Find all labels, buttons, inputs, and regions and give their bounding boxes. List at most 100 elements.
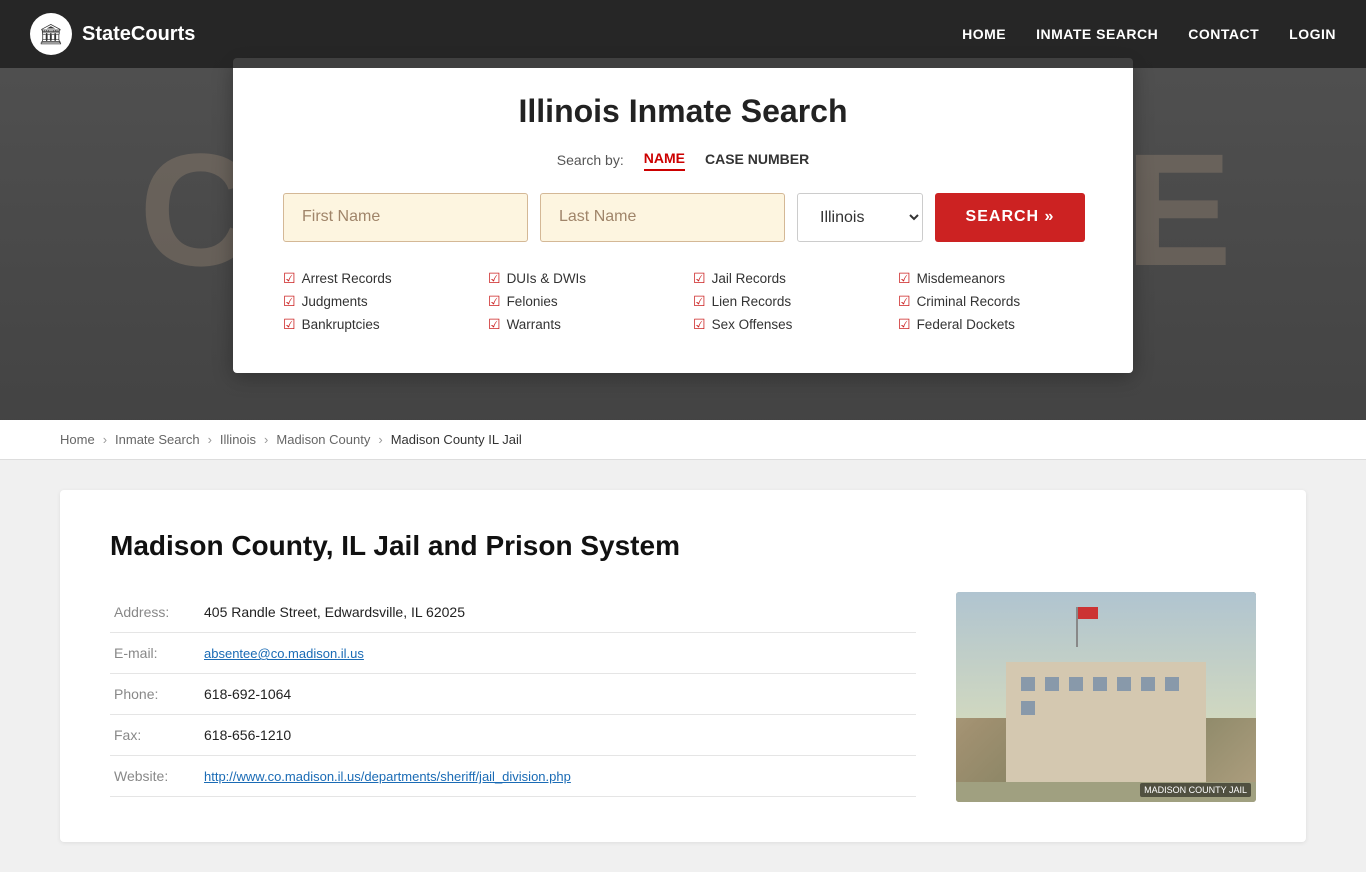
checkbox-label: Lien Records [712,294,792,309]
check-icon: ☑ [898,293,911,310]
building-window [1117,677,1131,691]
building-window [1069,677,1083,691]
check-icon: ☑ [488,316,501,333]
breadcrumb-sep: › [103,432,107,447]
email-row: E-mail: absentee@co.madison.il.us [110,633,916,674]
jail-image-inner: MADISON COUNTY JAIL [956,592,1256,802]
checkbox-felonies: ☑ Felonies [488,293,673,310]
checkbox-lien-records: ☑ Lien Records [693,293,878,310]
tab-case-number[interactable]: CASE NUMBER [705,151,809,170]
check-icon: ☑ [898,270,911,287]
flag [1078,607,1098,619]
checkbox-label: Arrest Records [302,271,392,286]
checkbox-sex-offenses: ☑ Sex Offenses [693,316,878,333]
search-by-row: Search by: NAME CASE NUMBER [283,150,1083,171]
building-window [1045,677,1059,691]
checkbox-label: Sex Offenses [712,317,793,332]
check-icon: ☑ [693,316,706,333]
building-windows [1006,662,1206,730]
phone-label: Phone: [110,674,200,715]
checkbox-arrest-records: ☑ Arrest Records [283,270,468,287]
building-window [1141,677,1155,691]
image-caption: MADISON COUNTY JAIL [1140,783,1251,797]
info-table: Address: 405 Randle Street, Edwardsville… [110,592,916,797]
nav-home[interactable]: HOME [962,26,1006,42]
checkbox-misdemeanors: ☑ Misdemeanors [898,270,1083,287]
check-icon: ☑ [693,270,706,287]
nav-inmate-search[interactable]: INMATE SEARCH [1036,26,1158,42]
logo-text: StateCourts [82,23,195,46]
website-row: Website: http://www.co.madison.il.us/dep… [110,756,916,797]
logo[interactable]: 🏛 StateCourts [30,13,195,55]
breadcrumb-madison-county[interactable]: Madison County [276,432,370,447]
checkbox-label: Bankruptcies [302,317,380,332]
content-text: Address: 405 Randle Street, Edwardsville… [110,592,916,802]
nav-contact[interactable]: CONTACT [1188,26,1259,42]
checkbox-label: Federal Dockets [917,317,1015,332]
checkbox-label: DUIs & DWIs [507,271,587,286]
phone-row: Phone: 618-692-1064 [110,674,916,715]
website-link[interactable]: http://www.co.madison.il.us/departments/… [204,769,571,784]
header: 🏛 StateCourts HOME INMATE SEARCH CONTACT… [0,0,1366,68]
building-window [1093,677,1107,691]
search-button[interactable]: SEARCH » [935,193,1085,242]
check-icon: ☑ [283,293,296,310]
check-icon: ☑ [693,293,706,310]
last-name-input[interactable] [540,193,785,242]
check-icon: ☑ [283,316,296,333]
address-row: Address: 405 Randle Street, Edwardsville… [110,592,916,633]
breadcrumb-inmate-search[interactable]: Inmate Search [115,432,200,447]
search-card: Illinois Inmate Search Search by: NAME C… [233,58,1133,373]
building-window [1021,701,1035,715]
checkbox-label: Misdemeanors [917,271,1006,286]
tab-name[interactable]: NAME [644,150,685,171]
fax-value: 618-656-1210 [200,715,916,756]
address-value: 405 Randle Street, Edwardsville, IL 6202… [200,592,916,633]
building [1006,662,1206,782]
breadcrumb-sep: › [208,432,212,447]
breadcrumb-home[interactable]: Home [60,432,95,447]
checkbox-criminal-records: ☑ Criminal Records [898,293,1083,310]
breadcrumb-current: Madison County IL Jail [391,432,522,447]
page-heading: Madison County, IL Jail and Prison Syste… [110,530,1256,562]
main-nav: HOME INMATE SEARCH CONTACT LOGIN [962,26,1336,42]
checkbox-duis-dwis: ☑ DUIs & DWIs [488,270,673,287]
fax-row: Fax: 618-656-1210 [110,715,916,756]
check-icon: ☑ [898,316,911,333]
search-by-label: Search by: [557,152,624,168]
logo-icon: 🏛 [30,13,72,55]
checkbox-label: Warrants [507,317,561,332]
jail-image: MADISON COUNTY JAIL [956,592,1256,802]
checkbox-warrants: ☑ Warrants [488,316,673,333]
email-label: E-mail: [110,633,200,674]
checkbox-label: Judgments [302,294,368,309]
email-value: absentee@co.madison.il.us [200,633,916,674]
breadcrumb: Home › Inmate Search › Illinois › Madiso… [0,420,1366,460]
breadcrumb-sep: › [264,432,268,447]
checkbox-label: Criminal Records [917,294,1021,309]
checkbox-label: Felonies [507,294,558,309]
checkbox-label: Jail Records [712,271,786,286]
email-link[interactable]: absentee@co.madison.il.us [204,646,364,661]
checkbox-federal-dockets: ☑ Federal Dockets [898,316,1083,333]
content-inner: Address: 405 Randle Street, Edwardsville… [110,592,1256,802]
checkbox-bankruptcies: ☑ Bankruptcies [283,316,468,333]
content-card: Madison County, IL Jail and Prison Syste… [60,490,1306,842]
check-icon: ☑ [488,293,501,310]
checkbox-jail-records: ☑ Jail Records [693,270,878,287]
checkbox-judgments: ☑ Judgments [283,293,468,310]
check-icon: ☑ [283,270,296,287]
checkboxes-grid: ☑ Arrest Records ☑ DUIs & DWIs ☑ Jail Re… [283,270,1083,333]
building-window [1165,677,1179,691]
main-content: Madison County, IL Jail and Prison Syste… [0,460,1366,872]
building-window [1021,677,1035,691]
first-name-input[interactable] [283,193,528,242]
state-select[interactable]: Illinois Alabama Alaska Arizona Arkansas… [797,193,923,242]
website-value: http://www.co.madison.il.us/departments/… [200,756,916,797]
nav-login[interactable]: LOGIN [1289,26,1336,42]
website-label: Website: [110,756,200,797]
search-card-title: Illinois Inmate Search [283,93,1083,130]
breadcrumb-illinois[interactable]: Illinois [220,432,256,447]
address-label: Address: [110,592,200,633]
phone-value: 618-692-1064 [200,674,916,715]
